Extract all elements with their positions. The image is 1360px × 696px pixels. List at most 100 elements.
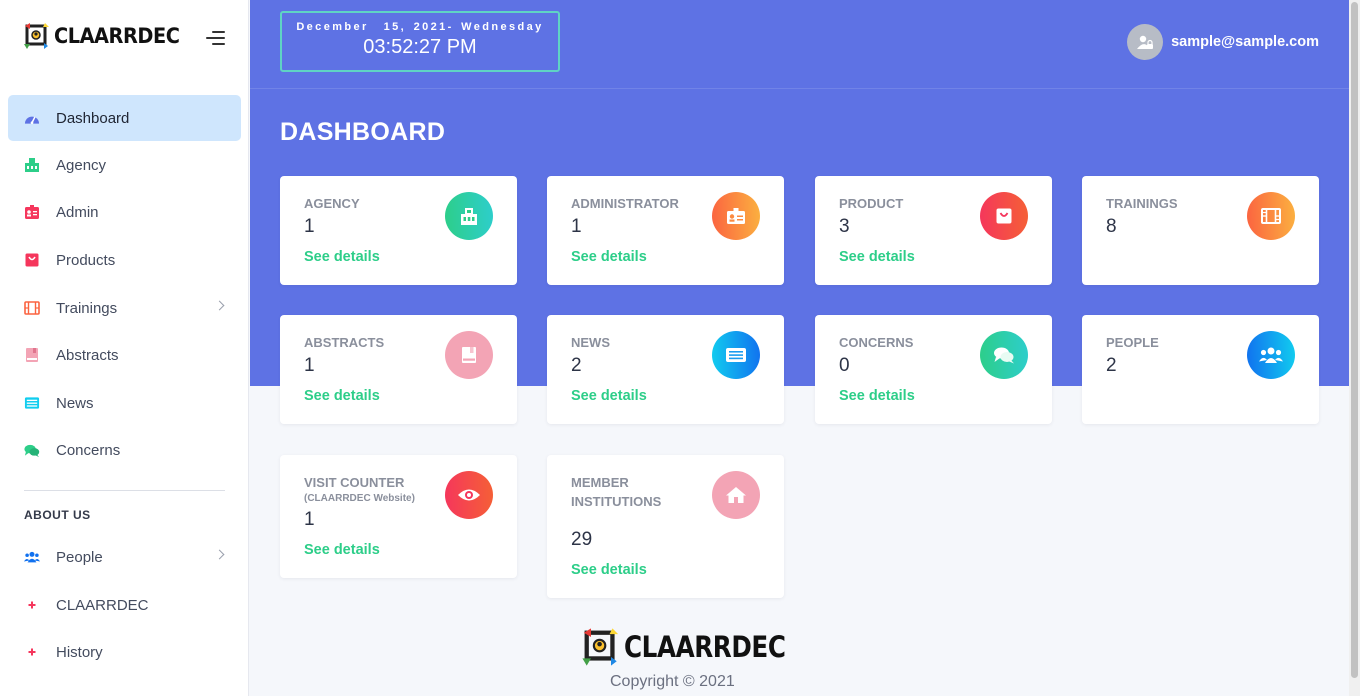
sidebar-item-news[interactable]: News	[8, 380, 241, 426]
card-title: CONCERNS	[839, 335, 914, 350]
book-icon	[445, 331, 493, 379]
user-menu[interactable]: sample@sample.com	[1127, 24, 1319, 60]
card-title-text: VISIT COUNTER	[304, 475, 405, 490]
chevron-right-icon	[214, 300, 225, 311]
stat-card-member-institutions: MEMBER INSTITUTIONS 29 See details	[547, 455, 784, 598]
see-details-link[interactable]: See details	[839, 249, 915, 265]
sidebar-item-label: People	[56, 548, 103, 566]
see-details-link[interactable]: See details	[571, 388, 647, 404]
stat-card-abstracts: ABSTRACTS 1 See details	[280, 315, 517, 424]
card-title: ABSTRACTS	[304, 335, 385, 350]
stat-card-concerns: CONCERNS 0 See details	[815, 315, 1052, 424]
sidebar-section-heading: ABOUT US	[24, 508, 91, 522]
newspaper-icon	[24, 395, 40, 411]
card-value: 29	[571, 529, 593, 550]
see-details-link[interactable]: See details	[304, 388, 380, 404]
see-details-link[interactable]: See details	[571, 562, 647, 578]
newspaper-icon	[712, 331, 760, 379]
page-title: DASHBOARD	[280, 118, 446, 146]
id-card-icon	[24, 204, 40, 220]
card-value: 1	[304, 216, 315, 237]
eye-icon	[445, 471, 493, 519]
home-icon	[712, 471, 760, 519]
shopping-bag-icon	[24, 252, 40, 268]
sidebar-item-label: Concerns	[56, 441, 121, 459]
card-title: PRODUCT	[839, 196, 904, 211]
card-title: PEOPLE	[1106, 335, 1159, 350]
card-title: NEWS	[571, 335, 610, 350]
shopping-bag-icon	[980, 192, 1028, 240]
sidebar: CLAARRDEC Dashboard Agency Admin Product…	[0, 0, 249, 696]
sidebar-item-history[interactable]: History	[8, 629, 241, 675]
claarrdec-logo-icon	[582, 627, 620, 667]
stat-card-visit-counter: VISIT COUNTER (CLAARRDEC Website) 1 See …	[280, 455, 517, 578]
topbar-divider	[250, 88, 1349, 89]
current-date: December 15, 2021- Wednesday	[296, 21, 544, 33]
card-value: 1	[304, 509, 315, 530]
user-email: sample@sample.com	[1171, 34, 1319, 50]
comments-icon	[24, 442, 40, 458]
claarrdec-logo-icon	[24, 22, 50, 50]
stat-card-administrator: ADMINISTRATOR 1 See details	[547, 176, 784, 285]
building-icon	[24, 157, 40, 173]
card-value: 1	[571, 216, 582, 237]
sidebar-item-label: Products	[56, 251, 116, 269]
dashboard-icon	[24, 110, 40, 126]
sidebar-item-abstracts[interactable]: Abstracts	[8, 332, 241, 378]
sidebar-item-label: CLAARRDEC	[56, 596, 149, 614]
stat-card-agency: AGENCY 1 See details	[280, 176, 517, 285]
sidebar-item-label: History	[56, 643, 103, 661]
card-value: 2	[1106, 355, 1117, 376]
id-card-icon	[712, 192, 760, 240]
brand-logo[interactable]: CLAARRDEC	[24, 22, 190, 50]
footer-brand-name: CLAARRDEC	[624, 630, 786, 664]
card-subtitle: (CLAARRDEC Website)	[304, 493, 415, 504]
sidebar-item-label: Admin	[56, 203, 99, 221]
users-icon	[24, 549, 40, 565]
scrollbar-thumb[interactable]	[1351, 2, 1358, 678]
sidebar-item-trainings[interactable]: Trainings	[8, 285, 241, 331]
sidebar-item-label: Trainings	[56, 299, 118, 317]
sidebar-divider	[24, 490, 225, 491]
sidebar-item-dashboard[interactable]: Dashboard	[8, 95, 241, 141]
card-value: 2	[571, 355, 582, 376]
current-time: 03:52:27 PM	[363, 36, 477, 58]
brand-name: CLAARRDEC	[54, 24, 180, 48]
card-title: VISIT COUNTER (CLAARRDEC Website)	[304, 473, 415, 505]
see-details-link[interactable]: See details	[839, 388, 915, 404]
copyright-text: Copyright © 2021	[610, 673, 735, 690]
card-value: 8	[1106, 216, 1117, 237]
card-title: AGENCY	[304, 196, 360, 211]
card-value: 0	[839, 355, 850, 376]
book-icon	[24, 347, 40, 363]
menu-toggle-icon[interactable]	[206, 31, 225, 45]
sidebar-item-products[interactable]: Products	[8, 237, 241, 283]
comments-icon	[980, 331, 1028, 379]
stat-card-news: NEWS 2 See details	[547, 315, 784, 424]
sidebar-item-agency[interactable]: Agency	[8, 142, 241, 188]
sidebar-item-people[interactable]: People	[8, 534, 241, 580]
sidebar-item-label: Abstracts	[56, 346, 119, 364]
sidebar-item-admin[interactable]: Admin	[8, 189, 241, 235]
user-avatar-icon	[1127, 24, 1164, 60]
card-value: 3	[839, 216, 850, 237]
stat-card-people: PEOPLE 2	[1082, 315, 1319, 424]
building-icon	[445, 192, 493, 240]
sidebar-item-label: News	[56, 394, 94, 412]
stat-card-trainings: TRAININGS 8	[1082, 176, 1319, 285]
see-details-link[interactable]: See details	[304, 542, 380, 558]
chevron-right-icon	[214, 549, 225, 560]
page-scrollbar[interactable]	[1349, 0, 1360, 696]
sidebar-item-label: Agency	[56, 156, 107, 174]
sidebar-item-claarrdec[interactable]: CLAARRDEC	[8, 582, 241, 628]
sidebar-item-concerns[interactable]: Concerns	[8, 427, 241, 473]
see-details-link[interactable]: See details	[571, 249, 647, 265]
card-title: TRAININGS	[1106, 196, 1178, 211]
sidebar-item-label: Dashboard	[56, 109, 130, 127]
see-details-link[interactable]: See details	[304, 249, 380, 265]
plus-icon	[24, 644, 40, 660]
card-title: ADMINISTRATOR	[571, 196, 679, 211]
plus-icon	[24, 597, 40, 613]
film-icon	[1247, 192, 1295, 240]
card-title: MEMBER INSTITUTIONS	[571, 475, 662, 509]
